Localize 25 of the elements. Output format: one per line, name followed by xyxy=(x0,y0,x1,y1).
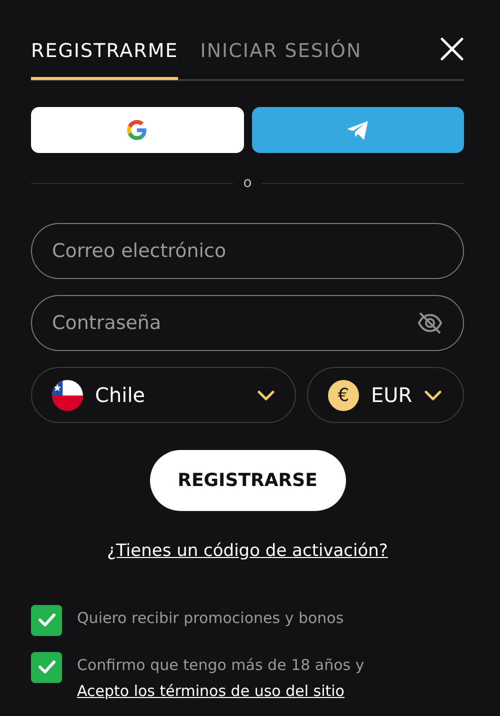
check-icon xyxy=(38,660,56,674)
terms-link[interactable]: Acepto los términos de uso del sitio xyxy=(77,682,344,700)
google-button[interactable] xyxy=(31,107,244,153)
check-icon xyxy=(38,613,56,627)
checkbox[interactable] xyxy=(31,652,62,682)
google-icon xyxy=(127,120,148,140)
password-field[interactable]: Contraseña xyxy=(31,295,464,351)
tab[interactable]: REGISTRARME xyxy=(31,25,178,80)
chevron-down-icon xyxy=(257,390,275,400)
tab[interactable]: INICIAR SESIÓN xyxy=(200,25,362,80)
checkbox[interactable] xyxy=(31,604,62,636)
close-icon xyxy=(440,37,464,62)
checkbox-label: Confirmo que tengo más de 18 años y Acepto los términos de uso del sitio xyxy=(77,654,366,702)
chevron-down-icon xyxy=(424,390,442,400)
flag-icon xyxy=(52,380,83,410)
activation-code-link[interactable]: ¿Tienes un código de activación? xyxy=(107,541,388,561)
register-button[interactable]: REGISTRARSE xyxy=(150,450,346,511)
currency-select[interactable]: € EUR xyxy=(307,367,464,423)
coin-icon: € xyxy=(328,380,359,410)
email-field[interactable]: Correo electrónico xyxy=(31,223,464,279)
close-button[interactable] xyxy=(440,36,464,60)
checkbox-label: Quiero recibir promociones y bonos xyxy=(77,608,344,628)
paper-plane-icon xyxy=(346,120,369,140)
divider-text: o xyxy=(242,174,253,193)
country-select[interactable]: Chile xyxy=(31,367,296,423)
